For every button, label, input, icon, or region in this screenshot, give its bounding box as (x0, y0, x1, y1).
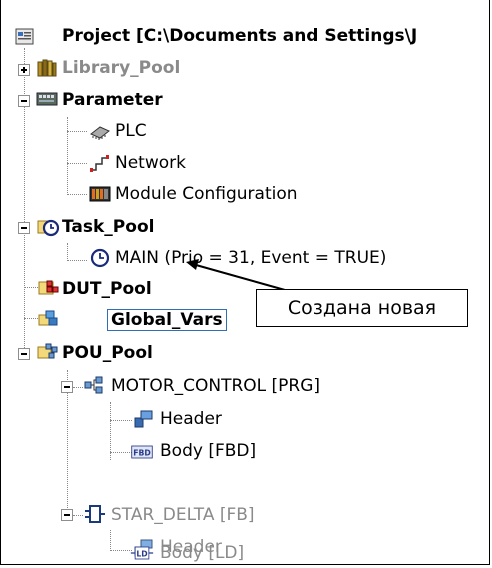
callout-arrow (186, 259, 286, 291)
callout-text: Создана новая (287, 297, 437, 319)
callout-box: Создана новая (256, 289, 468, 327)
